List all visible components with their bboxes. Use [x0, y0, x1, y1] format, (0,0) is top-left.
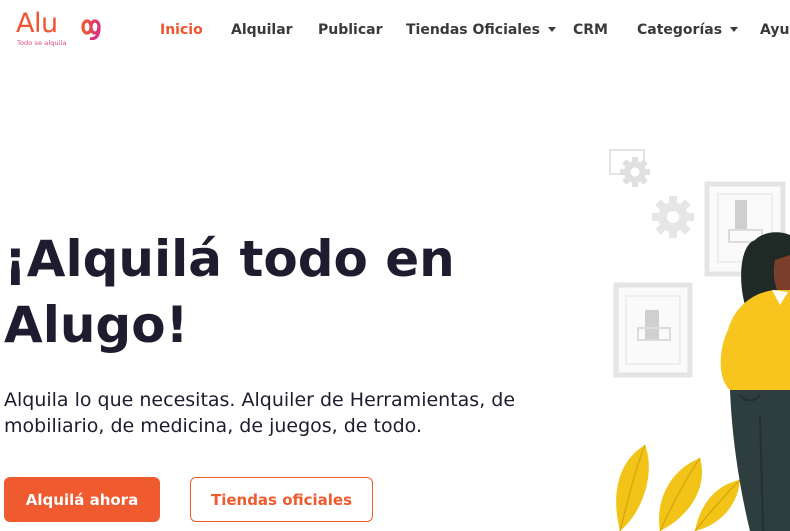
nav-item-tiendas-oficiales[interactable]: Tiendas Oficiales [406, 21, 556, 39]
nav-item-ayuda[interactable]: Ayuda [760, 21, 790, 39]
rent-now-button[interactable]: Alquilá ahora [4, 477, 160, 522]
gear-icon [652, 196, 694, 238]
nav-item-inicio[interactable]: Inicio [160, 21, 203, 39]
hero-title: ¡Alquilá todo en Alugo! [4, 230, 455, 354]
nav-item-tiendas-oficiales-label: Tiendas Oficiales [406, 22, 540, 38]
nav-item-categorias-label: Categorías [637, 22, 723, 38]
chevron-down-icon [547, 27, 556, 32]
woman-with-frames-illustration [609, 149, 790, 531]
nav-item-categorias[interactable]: Categorías [637, 21, 739, 39]
nav-item-alquilar[interactable]: Alquilar [231, 21, 293, 39]
gear-icon [620, 157, 650, 187]
leaf-decoration [616, 445, 740, 531]
chevron-down-icon [730, 27, 739, 32]
main-nav: Inicio Alquilar Publicar Tiendas Oficial… [0, 0, 790, 60]
official-stores-button[interactable]: Tiendas oficiales [190, 477, 373, 522]
hero-subtitle: Alquila lo que necesitas. Alquiler de He… [4, 389, 516, 437]
nav-item-publicar[interactable]: Publicar [318, 21, 383, 39]
nav-item-crm[interactable]: CRM [573, 21, 608, 39]
